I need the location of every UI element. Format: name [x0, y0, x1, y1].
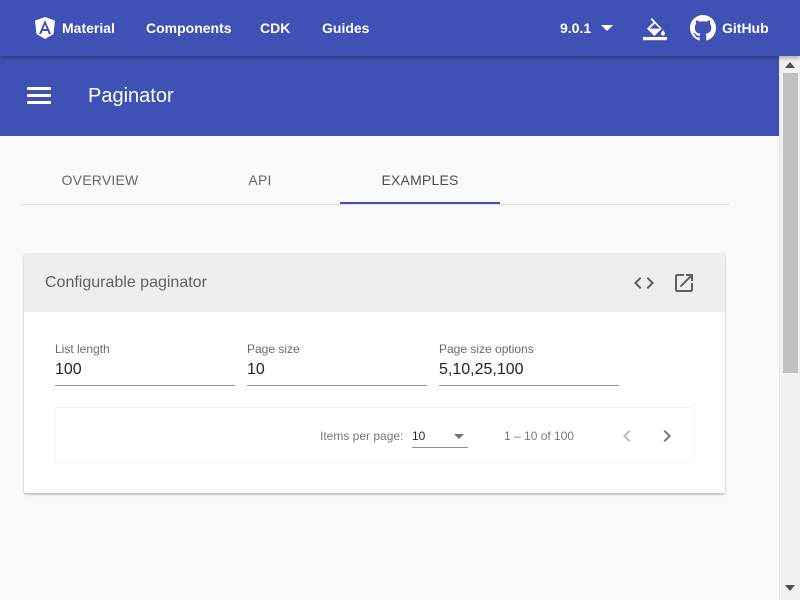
menu-button[interactable] [26, 84, 54, 108]
menu-icon-bar [27, 101, 51, 104]
field-underline [247, 385, 427, 386]
arrow-drop-down-icon [601, 25, 614, 31]
list-length-input[interactable]: 100 [55, 361, 82, 379]
range-label: 1 – 10 of 100 [504, 429, 575, 443]
active-tab-indicator [340, 202, 500, 204]
nav-material-home[interactable]: Material [34, 0, 115, 56]
field-underline [55, 385, 235, 386]
github-label: GitHub [722, 20, 769, 36]
list-length-label: List length [55, 342, 110, 356]
nav-guides[interactable]: Guides [322, 0, 369, 56]
paginator: Items per page: 10 1 – 10 of 100 [55, 407, 694, 463]
scroll-down-arrow-icon[interactable] [785, 585, 795, 591]
format-color-fill-icon [643, 18, 667, 41]
view-code-button[interactable] [632, 271, 656, 295]
code-icon [634, 277, 654, 289]
items-per-page-label: Items per page: [320, 429, 404, 443]
example-card: Configurable paginator List length 100 P… [24, 254, 725, 493]
version-label: 9.0.1 [560, 20, 592, 36]
example-card-header: Configurable paginator [24, 254, 725, 312]
nav-cdk[interactable]: CDK [260, 0, 290, 56]
nav-material-label: Material [62, 20, 115, 36]
page-size-select[interactable]: 10 [412, 426, 468, 448]
vertical-scrollbar[interactable] [779, 56, 800, 600]
page-size-options-label: Page size options [439, 342, 534, 356]
page-size-select-value: 10 [412, 429, 426, 443]
field-underline [439, 385, 619, 386]
github-link[interactable]: GitHub [690, 0, 769, 56]
chevron-right-icon [663, 430, 671, 442]
example-title: Configurable paginator [45, 274, 207, 291]
open-in-stackblitz-button[interactable] [672, 271, 696, 295]
page-size-label: Page size [247, 342, 300, 356]
angular-logo-icon [35, 17, 55, 39]
page-size-input[interactable]: 10 [247, 361, 265, 379]
open-in-new-icon [675, 274, 693, 292]
tab-overview[interactable]: OVERVIEW [20, 156, 180, 204]
top-navbar: Material Components CDK Guides 9.0.1 Git… [0, 0, 800, 56]
previous-page-button[interactable] [615, 424, 639, 448]
scroll-up-arrow-icon[interactable] [785, 62, 795, 68]
menu-icon [27, 87, 51, 90]
nav-components[interactable]: Components [146, 0, 232, 56]
version-picker[interactable]: 9.0.1 [560, 0, 614, 56]
next-page-button[interactable] [655, 424, 679, 448]
chevron-left-icon [623, 430, 631, 442]
menu-icon-bar [27, 94, 51, 97]
tab-api[interactable]: API [180, 156, 340, 204]
page-size-options-input[interactable]: 5,10,25,100 [439, 361, 524, 379]
doc-tabs: OVERVIEW API EXAMPLES [20, 156, 729, 205]
tab-examples[interactable]: EXAMPLES [340, 156, 500, 204]
github-icon [690, 15, 716, 41]
page-title: Paginator [88, 85, 174, 107]
theme-picker-button[interactable] [642, 0, 668, 56]
arrow-drop-down-icon [454, 434, 464, 439]
scroll-thumb[interactable] [783, 73, 798, 373]
page-header: Paginator [0, 56, 779, 136]
